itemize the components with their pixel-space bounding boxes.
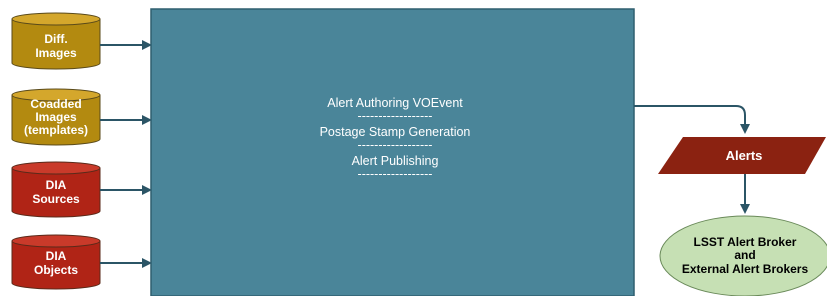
store-label-line: DIA: [46, 178, 67, 192]
process-separator: ------------------: [358, 167, 433, 181]
input-store-dia-objects: DIA Objects: [11, 234, 101, 290]
process-step-publishing: Alert Publishing: [352, 154, 439, 168]
brokers-label-line: LSST Alert Broker: [694, 235, 797, 249]
alert-brokers-node: LSST Alert Broker and External Alert Bro…: [659, 215, 827, 296]
alert-processing-block: Alert Authoring VOEvent ----------------…: [150, 8, 635, 296]
process-to-alerts-arrow: [634, 105, 750, 134]
store-label-line: Diff.: [44, 32, 67, 46]
brokers-label-line: External Alert Brokers: [682, 262, 809, 276]
store-top: [11, 12, 101, 26]
alerts-node: Alerts: [658, 137, 826, 174]
store-label-line: Objects: [34, 263, 78, 277]
store-top: [11, 161, 101, 175]
brokers-label-line: and: [734, 248, 755, 262]
input-store-dia-sources: DIA Sources: [11, 161, 101, 218]
process-step-postage-stamp: Postage Stamp Generation: [320, 125, 471, 139]
alerts-label: Alerts: [726, 148, 763, 163]
process-box: [150, 8, 635, 296]
process-separator: ------------------: [358, 138, 433, 152]
store-label-line: Coadded: [30, 97, 81, 111]
input-store-diff-images: Diff. Images: [11, 12, 101, 70]
store-label-line: Images: [35, 110, 77, 124]
store-label-line: DIA: [46, 249, 67, 263]
store-top: [11, 234, 101, 248]
alert-pipeline-diagram: Diff. Images Coadded Images (templates) …: [11, 8, 827, 296]
process-separator: ------------------: [358, 109, 433, 123]
store-label-line: Images: [35, 46, 77, 60]
process-step-authoring: Alert Authoring VOEvent: [327, 96, 463, 110]
store-label-line: (templates): [24, 123, 88, 137]
input-store-coadded-images: Coadded Images (templates): [11, 88, 101, 146]
store-label-line: Sources: [32, 192, 80, 206]
